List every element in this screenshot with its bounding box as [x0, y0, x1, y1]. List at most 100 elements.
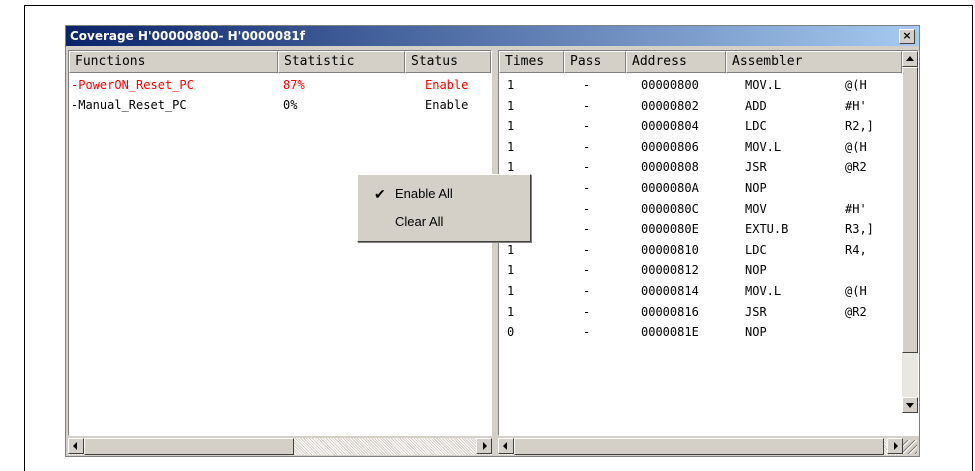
scroll-thumb[interactable] — [902, 67, 918, 353]
assembler-op: MOV.L — [745, 78, 782, 92]
table-row[interactable]: 1 - 00000804 LDC R2,] — [499, 116, 902, 136]
menu-item-enable-all[interactable]: ✔ Enable All — [362, 182, 526, 206]
pass-value: - — [583, 139, 591, 154]
address-value: 00000802 — [641, 98, 699, 113]
assembler-arg: R3,] — [845, 222, 874, 237]
scroll-right-button[interactable] — [887, 438, 903, 454]
times-value: 1 — [507, 304, 515, 319]
statistic-value: 87% — [283, 78, 305, 92]
close-button[interactable]: × — [899, 29, 915, 44]
column-header-status[interactable]: Status — [405, 51, 491, 73]
scroll-down-button[interactable] — [902, 397, 918, 413]
column-header-assembler[interactable]: Assembler — [726, 51, 902, 73]
arrow-left-icon — [503, 442, 507, 450]
pass-value: - — [583, 201, 591, 216]
address-value: 0000080E — [641, 222, 699, 237]
scroll-left-button[interactable] — [68, 438, 84, 454]
column-header-address[interactable]: Address — [626, 51, 726, 73]
assembler-op: MOV — [745, 201, 767, 216]
assembler-arg: R2,] — [845, 119, 874, 134]
menu-item-clear-all[interactable]: Clear All — [362, 210, 526, 234]
assembler-op: EXTU.B — [745, 222, 789, 237]
assembler-arg: @R2 — [845, 160, 867, 175]
times-value: 0 — [507, 325, 515, 340]
function-name: -PowerON_Reset_PC — [71, 78, 194, 92]
pass-value: - — [583, 98, 591, 113]
assembler-op: JSR — [745, 160, 767, 175]
assembler-arg: @R2 — [845, 304, 867, 319]
vertical-scrollbar[interactable] — [902, 51, 918, 413]
table-row[interactable]: 1-00000808 JSR @R2 — [499, 157, 902, 177]
assembler-arg: @(H — [845, 284, 867, 298]
assembler-op: NOP — [745, 181, 767, 195]
window-titlebar[interactable]: Coverage H'00000800- H'0000081f × — [66, 26, 919, 46]
address-value: 00000816 — [641, 304, 699, 319]
pass-value: - — [583, 304, 591, 319]
pass-value: - — [583, 181, 591, 195]
table-row[interactable]: 0 - 0000081E NOP — [499, 322, 902, 342]
times-value: 1 — [507, 119, 515, 134]
window-title: Coverage H'00000800- H'0000081f — [70, 29, 305, 43]
functions-pane: Functions Statistic Status -PowerON_Rese… — [68, 50, 492, 436]
left-horizontal-scrollbar[interactable] — [68, 438, 492, 455]
address-value: 0000080A — [641, 181, 699, 195]
assembler-arg: #H' — [845, 98, 867, 113]
assembler-arg: @(H — [845, 139, 867, 154]
assembler-op: MOV.L — [745, 284, 782, 298]
menu-item-label: Enable All — [395, 186, 453, 201]
pass-value: - — [583, 242, 591, 257]
times-value: 1 — [507, 263, 515, 278]
table-row[interactable]: -Manual_Reset_PC 0% Enable — [69, 95, 489, 115]
address-value: 00000804 — [641, 119, 699, 134]
scroll-thumb[interactable] — [514, 438, 884, 455]
times-value: 1 — [507, 78, 515, 92]
table-row[interactable]: 1 - 00000802 ADD #H' — [499, 96, 902, 116]
address-value: 0000080C — [641, 201, 699, 216]
table-row[interactable]: 1 - 00000812 NOP — [499, 260, 902, 280]
times-value: 1 — [507, 98, 515, 113]
table-row[interactable]: -PowerON_Reset_PC 87% Enable — [69, 75, 489, 95]
pass-value: - — [583, 78, 591, 92]
address-value: 00000810 — [641, 242, 699, 257]
right-horizontal-scrollbar[interactable] — [498, 438, 903, 455]
arrow-down-icon — [906, 403, 914, 408]
arrow-left-icon — [73, 442, 77, 450]
table-row[interactable]: 1 - 00000810 LDC R4, — [499, 240, 902, 260]
resize-grip-icon[interactable] — [903, 440, 917, 454]
table-row[interactable]: 1-0000080EEXTU.BR3,] — [499, 219, 902, 239]
table-row[interactable]: 1 - 00000814 MOV.L @(H — [499, 281, 902, 301]
column-header-functions[interactable]: Functions — [69, 51, 278, 73]
assembler-op: NOP — [745, 263, 767, 278]
table-row[interactable]: 1 - 00000800 MOV.L @(H — [499, 75, 902, 95]
address-value: 00000800 — [641, 78, 699, 92]
assembler-op: LDC — [745, 119, 767, 134]
times-value: 1 — [507, 139, 515, 154]
scroll-left-button[interactable] — [498, 438, 514, 454]
pass-value: - — [583, 160, 591, 175]
column-header-pass[interactable]: Pass — [564, 51, 626, 73]
status-value: Enable — [425, 78, 469, 92]
assembler-op: JSR — [745, 304, 767, 319]
assembler-pane: Times Pass Address Assembler 1 - 00000800 M… — [498, 50, 919, 436]
pass-value: - — [583, 284, 591, 298]
scroll-thumb[interactable] — [84, 438, 294, 455]
table-row[interactable]: 1-0000080ANOP — [499, 178, 902, 198]
assembler-op: NOP — [745, 325, 767, 340]
scroll-right-button[interactable] — [476, 438, 492, 454]
address-value: 00000806 — [641, 139, 699, 154]
times-value: 1 — [507, 284, 515, 298]
scroll-up-button[interactable] — [902, 51, 918, 67]
column-header-times[interactable]: Times — [499, 51, 564, 73]
assembler-arg: #H' — [845, 201, 867, 216]
assembler-op: ADD — [745, 98, 767, 113]
table-row[interactable]: 1 - 00000816 JSR @R2 — [499, 302, 902, 322]
table-row[interactable]: 1 - 00000806 MOV.L @(H — [499, 137, 902, 157]
column-header-statistic[interactable]: Statistic — [278, 51, 405, 73]
pass-value: - — [583, 222, 591, 237]
address-value: 00000812 — [641, 263, 699, 278]
pass-value: - — [583, 119, 591, 134]
table-row[interactable]: 1-0000080CMOV#H' — [499, 199, 902, 219]
address-value: 00000814 — [641, 284, 699, 298]
statistic-value: 0% — [283, 98, 298, 112]
pass-value: - — [583, 263, 591, 278]
